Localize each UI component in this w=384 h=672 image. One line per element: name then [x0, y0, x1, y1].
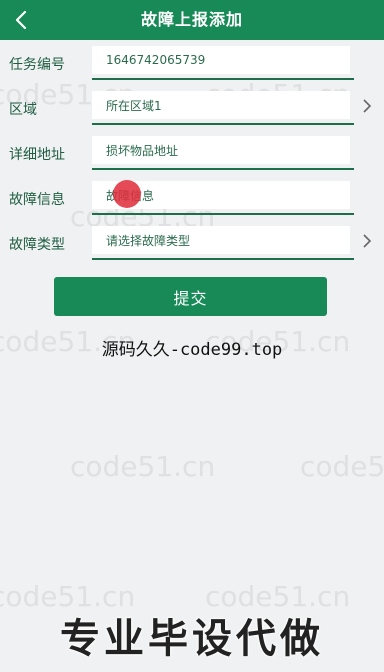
form-row-task-number: 任务编号 1646742065739 [0, 40, 384, 85]
field-underline [92, 78, 354, 80]
fault-type-chevron-right-icon[interactable] [360, 232, 374, 250]
form-row-fault-info: 故障信息 故障信息 [0, 175, 384, 220]
area-chevron-right-icon[interactable] [360, 97, 374, 115]
task-number-label: 任务编号 [9, 57, 65, 73]
page-title: 故障上报添加 [140, 10, 243, 29]
source-caption: 源码久久-code99.top [101, 340, 283, 360]
area-label: 区域 [9, 102, 37, 118]
form-row-area: 区域 所在区域1 [0, 85, 384, 130]
fault-type-select[interactable]: 请选择故障类型 [92, 226, 350, 254]
field-underline [92, 123, 354, 125]
app-header: 故障上报添加 [0, 0, 384, 40]
touch-indicator [113, 180, 141, 208]
field-underline [92, 168, 354, 170]
promo-banner: 专业毕设代做 [60, 616, 324, 662]
task-number-field[interactable]: 1646742065739 [92, 46, 350, 74]
fault-info-label: 故障信息 [9, 192, 65, 208]
submit-button[interactable]: 提交 [54, 277, 327, 316]
field-underline [92, 258, 354, 260]
watermark-text: code51.cn [300, 450, 384, 483]
field-underline [92, 213, 354, 215]
form-row-address: 详细地址 损坏物品地址 [0, 130, 384, 175]
address-input[interactable]: 损坏物品地址 [92, 136, 350, 164]
form-row-fault-type: 故障类型 请选择故障类型 [0, 220, 384, 265]
area-select[interactable]: 所在区域1 [92, 91, 350, 119]
address-label: 详细地址 [9, 147, 65, 163]
watermark-text: code51.cn [70, 450, 216, 483]
fault-report-form: 任务编号 1646742065739 区域 所在区域1 详细地址 损坏物品地址 … [0, 40, 384, 265]
fault-type-label: 故障类型 [9, 237, 65, 253]
